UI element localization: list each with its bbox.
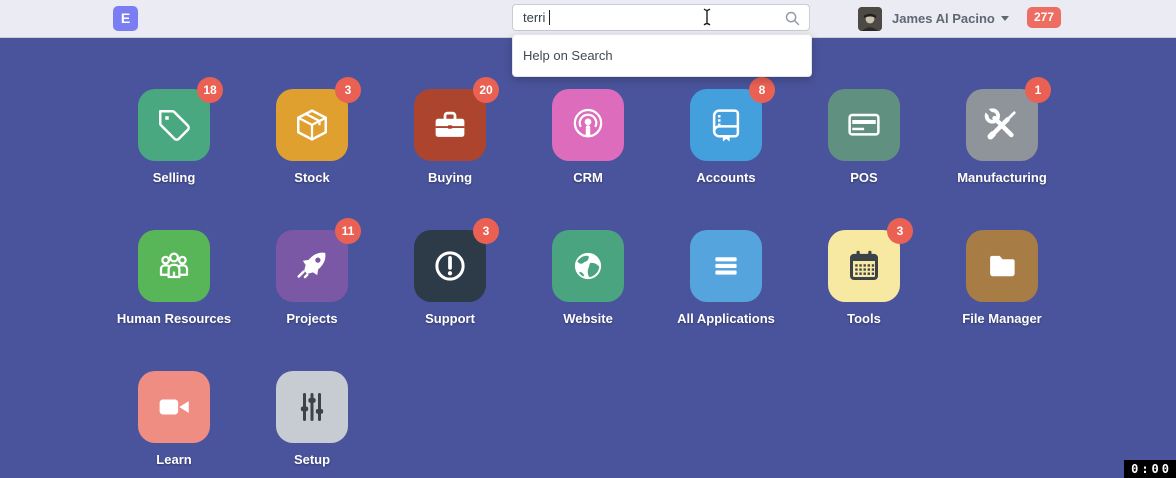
book-icon: 8 [690,89,762,161]
credit-card-icon [828,89,900,161]
user-name: James Al Pacino [892,11,995,26]
app-badge-count: 8 [749,77,775,103]
avatar [858,7,882,31]
app-badge-count: 3 [887,218,913,244]
app-tile-all-applications[interactable]: All Applications [657,230,795,326]
menu-icon [690,230,762,302]
app-badge-count: 18 [197,77,223,103]
app-label: Projects [286,311,337,326]
search-value: terri [523,10,545,25]
box-icon: 3 [276,89,348,161]
app-label: Buying [428,170,472,185]
user-menu[interactable]: James Al Pacino [858,6,1009,31]
search-icon[interactable] [784,10,801,27]
app-grid-row: 18 Selling 3 Stock 20 Buying CRM 8 Accounts POS 1 M… [105,89,1071,185]
app-label: Selling [153,170,196,185]
app-label: Stock [294,170,329,185]
tools-icon: 1 [966,89,1038,161]
app-label: Setup [294,452,330,467]
app-tile-human-resources[interactable]: Human Resources [105,230,243,326]
app-badge-count: 11 [335,218,361,244]
alert-icon: 3 [414,230,486,302]
app-tile-pos[interactable]: POS [795,89,933,185]
app-badge-count: 3 [335,77,361,103]
globe-icon [552,230,624,302]
app-badge-count: 3 [473,218,499,244]
app-label: Learn [156,452,191,467]
folder-icon [966,230,1038,302]
app-tile-website[interactable]: Website [519,230,657,326]
app-tile-accounts[interactable]: 8 Accounts [657,89,795,185]
search-dropdown-item-help[interactable]: Help on Search [513,35,811,76]
search-input[interactable]: terri [512,4,810,31]
app-label: Tools [847,311,881,326]
app-tile-tools[interactable]: 3 Tools [795,230,933,326]
app-label: All Applications [677,311,775,326]
sliders-icon [276,371,348,443]
app-label: Manufacturing [957,170,1047,185]
app-badge-count: 1 [1025,77,1051,103]
search-dropdown: Help on Search [512,34,812,77]
recording-timer: 0:00 [1124,460,1176,478]
search-area: terri Help on Search [512,4,810,31]
tag-icon: 18 [138,89,210,161]
app-tile-buying[interactable]: 20 Buying [381,89,519,185]
people-icon [138,230,210,302]
app-label: POS [850,170,877,185]
app-tile-support[interactable]: 3 Support [381,230,519,326]
notification-count-badge[interactable]: 277 [1027,7,1061,28]
app-label: File Manager [962,311,1041,326]
app-label: Support [425,311,475,326]
app-label: Human Resources [117,311,231,326]
podcast-icon [552,89,624,161]
navbar: E terri Help on Search James Al [0,0,1176,38]
app-tile-manufacturing[interactable]: 1 Manufacturing [933,89,1071,185]
app-label: Website [563,311,613,326]
rocket-icon: 11 [276,230,348,302]
app-tile-learn[interactable]: Learn [105,371,243,467]
calendar-icon: 3 [828,230,900,302]
app-logo[interactable]: E [113,6,138,31]
app-label: CRM [573,170,603,185]
app-badge-count: 20 [473,77,499,103]
app-tile-file-manager[interactable]: File Manager [933,230,1071,326]
app-grid-row: Human Resources 11 Projects 3 Support Website… [105,230,1071,326]
app-tile-projects[interactable]: 11 Projects [243,230,381,326]
app-tile-stock[interactable]: 3 Stock [243,89,381,185]
ibeam-cursor [701,6,713,28]
briefcase-icon: 20 [414,89,486,161]
app-tile-crm[interactable]: CRM [519,89,657,185]
app-tile-setup[interactable]: Setup [243,371,381,467]
app-grid-row: Learn Setup [105,371,1071,467]
text-caret [549,10,550,25]
app-label: Accounts [696,170,755,185]
video-icon [138,371,210,443]
chevron-down-icon [1001,16,1009,21]
app-tile-selling[interactable]: 18 Selling [105,89,243,185]
